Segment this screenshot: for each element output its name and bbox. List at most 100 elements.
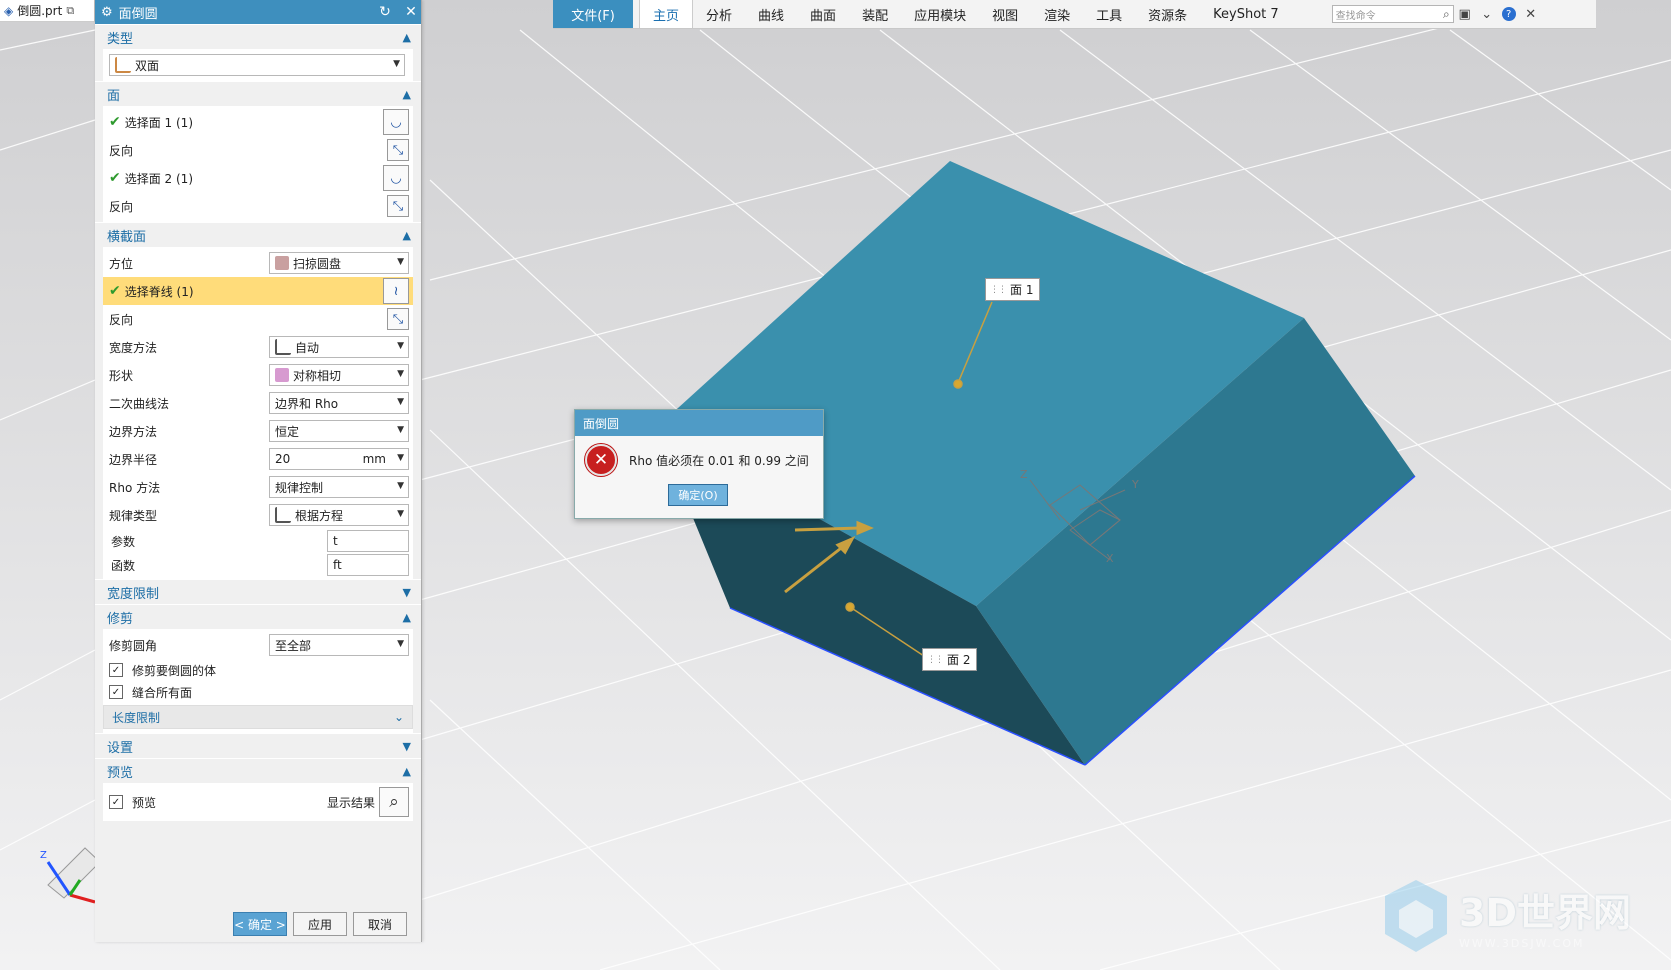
boundary-radius-label: 边界半径 <box>109 452 158 467</box>
boundary-radius-input[interactable]: 20 mm ▼ <box>269 448 409 470</box>
reset-icon[interactable]: ↻ <box>375 4 395 20</box>
error-dialog-title: 面倒圆 <box>575 410 823 436</box>
spine-row[interactable]: ✔ 选择脊线 (1) ≀ <box>103 277 413 305</box>
reverse1-label: 反向 <box>109 143 134 158</box>
tab-home[interactable]: 主页 <box>639 0 694 28</box>
rho-method-label: Rho 方法 <box>109 480 161 495</box>
dialog-footer: < 确定 > 应用 取消 <box>233 912 407 936</box>
law-type-select[interactable]: 根据方程 ▼ <box>269 504 409 526</box>
dropdown-arrow-icon: ▼ <box>397 341 404 351</box>
section-width-limit-header[interactable]: 宽度限制 ▼ <box>95 579 421 604</box>
select-face1-label[interactable]: 选择面 1 (1) <box>125 114 193 131</box>
section-width-limit-label: 宽度限制 <box>107 586 160 602</box>
section-trim-label: 修剪 <box>107 611 134 627</box>
conic-select[interactable]: 边界和 Rho ▼ <box>269 392 409 414</box>
gear-icon[interactable]: ⚙ <box>101 5 113 20</box>
func-label: 函数 <box>111 558 136 573</box>
window-icon[interactable]: ▣ <box>1454 3 1476 25</box>
reverse2-label: 反向 <box>109 199 134 214</box>
chevron-up-icon[interactable]: ▲ <box>403 611 411 624</box>
select-face1-button[interactable]: ◡ <box>383 109 409 135</box>
drag-handle-icon[interactable]: ⋮⋮ <box>927 655 944 665</box>
reverse-direction-icon[interactable]: ⤡ <box>387 139 409 161</box>
ok-button[interactable]: < 确定 > <box>233 912 287 936</box>
drag-handle-icon[interactable]: ⋮⋮ <box>990 285 1007 295</box>
chevron-down-icon[interactable]: ⌄ <box>394 710 404 724</box>
select-spine-button[interactable]: ≀ <box>383 278 409 304</box>
tab-view[interactable]: 视图 <box>979 0 1031 28</box>
trim-body-checkbox[interactable]: ✓ <box>109 663 123 677</box>
chevron-up-icon[interactable]: ▲ <box>403 31 411 44</box>
select-spine-label[interactable]: 选择脊线 (1) <box>125 283 194 300</box>
tab-resource-bar[interactable]: 资源条 <box>1135 0 1200 28</box>
section-cross-header[interactable]: 横截面 ▲ <box>95 222 421 247</box>
tab-curve[interactable]: 曲线 <box>745 0 797 28</box>
chevron-down-icon[interactable]: ▼ <box>403 740 411 753</box>
file-tab[interactable]: ◈ 倒圆.prt ⧉ <box>0 0 95 22</box>
rho-method-select[interactable]: 规律控制 ▼ <box>269 476 409 498</box>
orientation-select[interactable]: 扫掠圆盘 ▼ <box>269 252 409 274</box>
trim-body-label: 修剪要倒圆的体 <box>132 663 217 678</box>
show-result-magnifier-icon[interactable]: ⌕ <box>379 787 409 817</box>
func-input[interactable]: ft <box>327 554 409 576</box>
type-select[interactable]: 双面 ▼ <box>109 54 405 76</box>
dropdown-arrow-icon: ▼ <box>397 257 404 267</box>
section-type-body: 双面 ▼ <box>103 49 413 81</box>
dropdown-arrow-icon: ▼ <box>397 639 404 649</box>
dropdown-arrow-icon: ▼ <box>397 481 404 491</box>
orientation-label: 方位 <box>109 256 134 271</box>
preview-checkbox[interactable]: ✓ <box>109 795 123 809</box>
face-blend-dialog: ⚙ 面倒圆 ↻ ✕ 类型 ▲ 双面 ▼ 面 ▲ ✔ 选择面 1 (1) ◡ 反向 … <box>95 0 422 942</box>
boundary-method-select[interactable]: 恒定 ▼ <box>269 420 409 442</box>
chevron-up-icon[interactable]: ▲ <box>403 229 411 242</box>
tab-keyshot[interactable]: KeyShot 7 <box>1200 0 1292 28</box>
swept-disc-icon <box>275 256 289 270</box>
tab-assembly[interactable]: 装配 <box>849 0 901 28</box>
trim-corner-select[interactable]: 至全部 ▼ <box>269 634 409 656</box>
cancel-button[interactable]: 取消 <box>353 912 407 936</box>
rho-method-value: 规律控制 <box>275 480 324 495</box>
tab-render[interactable]: 渲染 <box>1031 0 1083 28</box>
help-icon[interactable]: ? <box>1498 3 1520 25</box>
param-input[interactable]: t <box>327 530 409 552</box>
chevron-down-icon[interactable]: ▼ <box>403 586 411 599</box>
show-result-label: 显示结果 <box>326 795 375 810</box>
section-trim-header[interactable]: 修剪 ▲ <box>95 604 421 629</box>
stitch-checkbox[interactable]: ✓ <box>109 685 123 699</box>
width-method-select[interactable]: 自动 ▼ <box>269 336 409 358</box>
chevron-down-icon[interactable]: ⌄ <box>1476 3 1498 25</box>
file-menu-button[interactable]: 文件(F) <box>553 0 633 28</box>
face1-callout-label: 面 1 <box>1010 283 1034 297</box>
close-icon[interactable]: ✕ <box>401 4 421 20</box>
tab-analysis[interactable]: 分析 <box>693 0 745 28</box>
close-icon[interactable]: ✕ <box>1520 3 1542 25</box>
width-method-label: 宽度方法 <box>109 340 158 355</box>
reverse-direction-icon[interactable]: ⤡ <box>387 195 409 217</box>
boundary-method-label: 边界方法 <box>109 424 158 439</box>
auto-width-icon <box>275 339 291 355</box>
search-icon[interactable]: ⌕ <box>1443 7 1450 22</box>
command-search-input[interactable]: 查找命令 ⌕ <box>1331 5 1454 23</box>
two-face-icon <box>115 57 131 73</box>
apply-button[interactable]: 应用 <box>293 912 347 936</box>
reverse-direction-icon[interactable]: ⤡ <box>387 308 409 330</box>
dropdown-arrow-icon: ▼ <box>397 453 404 463</box>
length-limit-subsection[interactable]: 长度限制 ⌄ <box>103 705 413 729</box>
section-settings-header[interactable]: 设置 ▼ <box>95 733 421 758</box>
section-preview-header[interactable]: 预览 ▲ <box>95 758 421 783</box>
section-face-header[interactable]: 面 ▲ <box>95 81 421 106</box>
section-type-header[interactable]: 类型 ▲ <box>95 24 421 49</box>
chevron-up-icon[interactable]: ▲ <box>403 765 411 778</box>
tab-surface[interactable]: 曲面 <box>797 0 849 28</box>
shape-select[interactable]: 对称相切 ▼ <box>269 364 409 386</box>
tab-applications[interactable]: 应用模块 <box>901 0 979 28</box>
error-ok-button[interactable]: 确定(O) <box>668 484 728 506</box>
dropdown-arrow-icon: ▼ <box>397 425 404 435</box>
select-face2-button[interactable]: ◡ <box>383 165 409 191</box>
select-face2-label[interactable]: 选择面 2 (1) <box>125 170 193 187</box>
part-file-icon: ◈ <box>4 3 14 18</box>
ribbon-menu: 文件(F) 主页 分析 曲线 曲面 装配 应用模块 视图 渲染 工具 资源条 K… <box>553 0 1596 29</box>
dialog-title: 面倒圆 <box>118 6 158 22</box>
chevron-up-icon[interactable]: ▲ <box>403 88 411 101</box>
tab-tools[interactable]: 工具 <box>1083 0 1135 28</box>
